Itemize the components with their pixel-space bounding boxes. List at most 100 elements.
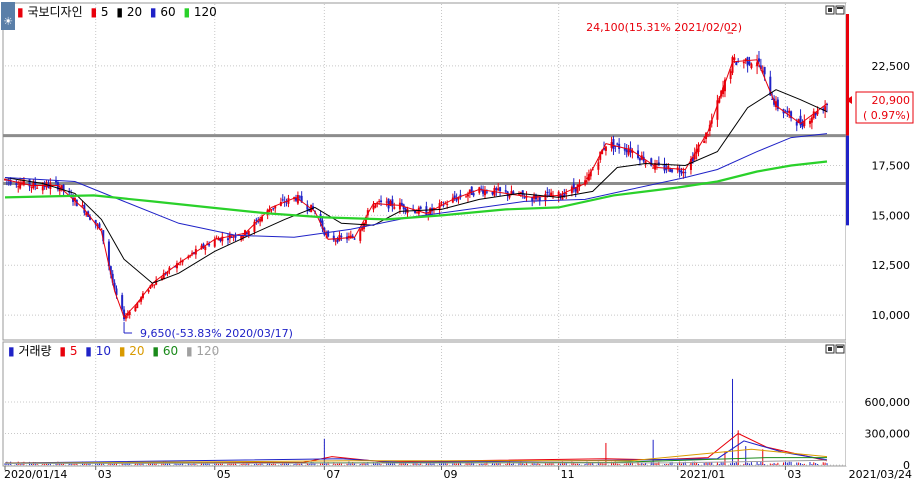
current-change: ( 0.97%) bbox=[863, 109, 910, 122]
candle-body bbox=[757, 58, 760, 62]
candle-body bbox=[576, 184, 579, 194]
candle-body bbox=[638, 158, 641, 161]
candle-body bbox=[495, 188, 498, 191]
candle-body bbox=[472, 193, 475, 196]
candle-body bbox=[391, 199, 394, 207]
candle-body bbox=[387, 198, 390, 209]
candle-body bbox=[36, 187, 39, 189]
candle-body bbox=[795, 121, 798, 126]
candle-body bbox=[298, 196, 301, 198]
vol-legend-5: 5 bbox=[70, 344, 78, 358]
stock-chart: 10,00012,50015,00017,50022,5000300,00060… bbox=[1, 2, 914, 481]
candle-body bbox=[81, 205, 84, 207]
vol-legend-10: 10 bbox=[96, 344, 111, 358]
price-legend: ▮ 국보디자인 ▮ 5 ▮ 20 ▮ 60 ▮ 120 bbox=[17, 5, 217, 19]
x-tick-label: 03 bbox=[787, 468, 801, 481]
candle-body bbox=[446, 204, 449, 206]
candle-body bbox=[41, 186, 44, 191]
candle-body bbox=[17, 186, 20, 188]
candle-body bbox=[470, 186, 473, 195]
candle-body bbox=[204, 246, 207, 251]
candle-body bbox=[380, 200, 383, 203]
legend-ma-60: 60 bbox=[160, 5, 175, 19]
x-tick-label: 09 bbox=[444, 468, 458, 481]
candle-body bbox=[508, 195, 511, 198]
candle-body bbox=[334, 240, 337, 242]
vol-legend-20: 20 bbox=[129, 344, 144, 358]
candle-body bbox=[678, 169, 681, 172]
candle-body bbox=[226, 238, 229, 241]
x-tick-label: 03 bbox=[98, 468, 112, 481]
candle-body bbox=[565, 193, 568, 195]
candle-body bbox=[30, 186, 33, 188]
high-annotation: 24,100(15.31% 2021/02/02) bbox=[586, 21, 742, 34]
candle-body bbox=[338, 235, 341, 241]
candle-body bbox=[255, 219, 258, 221]
candle-body bbox=[491, 191, 494, 195]
candle-body bbox=[270, 209, 273, 211]
maximize-icon[interactable] bbox=[835, 344, 845, 354]
price-y-tick-label: 12,500 bbox=[872, 259, 911, 272]
price-y-tick-label: 10,000 bbox=[872, 309, 911, 322]
candle-body bbox=[680, 170, 683, 174]
candle-body bbox=[652, 167, 655, 169]
price-y-tick-label: 15,000 bbox=[872, 209, 911, 222]
candle-body bbox=[353, 238, 356, 240]
x-tick-label: 2021/03/24 bbox=[849, 468, 912, 481]
candle-body bbox=[523, 197, 526, 199]
sun-icon[interactable]: ☀ bbox=[1, 2, 15, 30]
candle-body bbox=[19, 183, 22, 189]
candle-body bbox=[808, 120, 811, 124]
candle-body bbox=[55, 180, 58, 183]
candle-body bbox=[393, 207, 396, 209]
restore-icon[interactable] bbox=[825, 344, 835, 354]
candle-body bbox=[616, 143, 619, 145]
candle-body bbox=[363, 222, 366, 229]
candle-body bbox=[374, 203, 377, 208]
vol-legend-120: 120 bbox=[196, 344, 219, 358]
legend-marker: ▮ bbox=[85, 344, 92, 358]
candle-body bbox=[121, 295, 124, 310]
candle-body bbox=[15, 183, 18, 185]
candle-body bbox=[627, 150, 630, 155]
price-panel-frame bbox=[2, 2, 847, 341]
restore-icon[interactable] bbox=[825, 5, 835, 15]
candle-body bbox=[272, 207, 275, 209]
candle-body bbox=[419, 206, 422, 209]
candle-body bbox=[810, 117, 813, 123]
x-tick-label: 07 bbox=[326, 468, 340, 481]
x-tick-label: 2020/01/14 bbox=[4, 468, 67, 481]
candle-body bbox=[625, 149, 628, 153]
candle-body bbox=[597, 162, 600, 170]
legend-marker: ▮ bbox=[119, 344, 126, 358]
volume-panel-frame bbox=[2, 341, 847, 467]
legend-marker: ▮ bbox=[116, 5, 123, 19]
legend-marker: ▮ bbox=[90, 5, 97, 19]
candle-body bbox=[153, 284, 156, 286]
candle-body bbox=[604, 146, 607, 151]
candle-body bbox=[332, 235, 335, 241]
maximize-icon[interactable] bbox=[835, 5, 845, 15]
candle-body bbox=[497, 188, 500, 191]
candle-body bbox=[521, 190, 524, 196]
candle-body bbox=[544, 193, 547, 201]
candle-body bbox=[750, 63, 753, 68]
candle-body bbox=[729, 71, 732, 79]
candle-body bbox=[404, 208, 407, 211]
x-tick-label: 05 bbox=[217, 468, 231, 481]
candle-body bbox=[415, 212, 418, 214]
volume-y-tick-label: 600,000 bbox=[865, 396, 911, 409]
candle-body bbox=[684, 172, 687, 174]
current-price: 20,900 bbox=[872, 94, 911, 107]
candle-body bbox=[682, 172, 685, 174]
legend-ma-5: 5 bbox=[101, 5, 109, 19]
candle-body bbox=[756, 62, 759, 67]
candle-body bbox=[788, 110, 791, 114]
candle-body bbox=[378, 200, 381, 202]
volume-title: 거래량 bbox=[18, 344, 51, 358]
legend-marker: ▮ bbox=[17, 5, 24, 19]
candle-body bbox=[359, 229, 362, 241]
x-tick-label: 2021/01 bbox=[680, 468, 726, 481]
legend-ma-20: 20 bbox=[127, 5, 142, 19]
range-bar-down bbox=[846, 135, 849, 226]
